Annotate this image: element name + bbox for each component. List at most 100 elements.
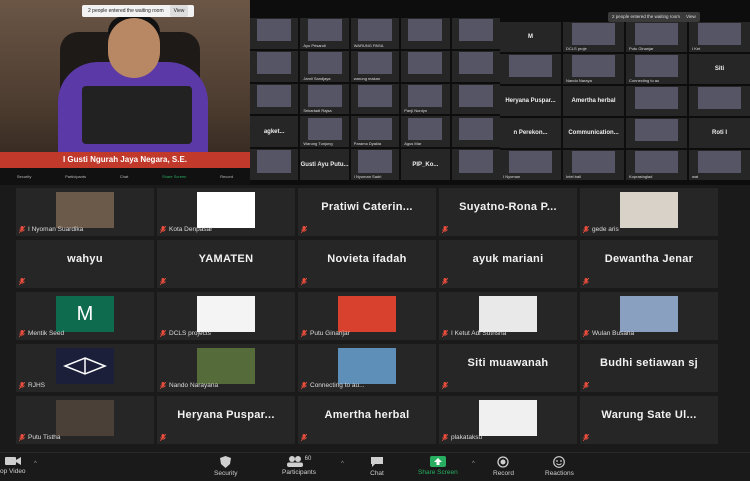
mini-participant-tile[interactable]: Sekartadi Rajsa [300, 83, 349, 115]
participant-tile[interactable]: Siti muawanah [439, 344, 577, 392]
participant-tile[interactable]: DCLS projects [157, 292, 295, 340]
mini-record[interactable]: Record [220, 174, 233, 179]
share-screen-button[interactable]: Share Screen [418, 456, 458, 476]
mini-participant-video [358, 84, 392, 107]
mini-participant-tile[interactable] [401, 50, 450, 82]
muted-mic-icon [442, 382, 448, 389]
participant-tile[interactable]: Dewantha Jenar [580, 240, 718, 288]
stop-video-button[interactable]: op Video [0, 456, 26, 475]
right-participant-name: Siti [714, 66, 725, 72]
participant-tile[interactable]: I Nyoman Suardika [16, 188, 154, 236]
right-participant-tile[interactable] [689, 86, 750, 116]
mini-participant-tile[interactable]: Agus Mar [401, 116, 450, 148]
right-participant-tile[interactable] [626, 86, 687, 116]
participant-tile[interactable]: Connecting to au... [298, 344, 436, 392]
right-participant-tile[interactable]: Communication... [563, 118, 624, 148]
participant-tile[interactable]: Suyatno-Rona P... [439, 188, 577, 236]
mini-participant-tile[interactable] [350, 83, 400, 115]
right-participant-tile[interactable]: Nando Naraya [563, 54, 624, 84]
participant-tile[interactable]: YAMATEN [157, 240, 295, 288]
mini-participant-tile[interactable]: Paramo Dyakia [350, 116, 400, 148]
participants-caret-icon[interactable]: ^ [341, 461, 344, 467]
mini-participant-tile[interactable] [451, 18, 500, 49]
mini-security[interactable]: Security [17, 174, 31, 179]
mini-participant-tile[interactable]: I Nyoman Sadri [350, 149, 400, 180]
participant-tile[interactable]: Putu Tistha [16, 396, 154, 444]
mini-participant-tile[interactable] [451, 116, 500, 148]
participant-tile[interactable]: Kota Denpasar [157, 188, 295, 236]
waiting-room-view-button[interactable]: View [169, 5, 189, 17]
participant-tile[interactable]: Pratiwi Caterin... [298, 188, 436, 236]
participant-tile[interactable]: ayuk mariani [439, 240, 577, 288]
participant-tile[interactable]: gede aris [580, 188, 718, 236]
participants-button[interactable]: 60 Participants [282, 456, 316, 476]
mini-chat[interactable]: Chat [120, 174, 128, 179]
participant-tile[interactable]: Wulan Busana [580, 292, 718, 340]
share-caret-icon[interactable]: ^ [472, 461, 475, 467]
participant-tile[interactable]: Heryana Puspar... [157, 396, 295, 444]
shield-icon [220, 456, 232, 468]
mini-participant-tile[interactable] [451, 83, 500, 115]
security-button[interactable]: Security [214, 456, 237, 477]
right-participant-tile[interactable]: M [500, 22, 561, 52]
chat-button[interactable]: Chat [370, 456, 384, 477]
right-participant-tile[interactable]: I Nyoman [500, 150, 561, 180]
mini-participant-tile[interactable]: Gusti Ayu Putu... [300, 149, 349, 180]
mini-participant-tile[interactable]: warung makan [350, 50, 400, 82]
participant-tile[interactable]: I Ketut Adi Sutrisna [439, 292, 577, 340]
active-speaker-video[interactable]: 2 people entered the waiting room View I… [0, 0, 250, 185]
mini-share[interactable]: Share Screen [162, 174, 186, 179]
mini-participant-tile[interactable]: Panji Nurdyn [401, 83, 450, 115]
mini-participant-tile[interactable]: Ayu Prisandi [300, 18, 349, 49]
right-participant-tile[interactable]: I Ket [689, 22, 750, 52]
mini-participant-tile[interactable]: Jamil Sandjaya [300, 50, 349, 82]
mini-participant-tile[interactable]: WARUNG PASA [350, 18, 400, 49]
share-screen-icon [429, 456, 446, 467]
right-participant-tile[interactable]: Koprasinglad [626, 150, 687, 180]
participant-tile[interactable]: Nando Narayana [157, 344, 295, 392]
mini-participants[interactable]: Participants [65, 174, 86, 179]
right-participant-tile[interactable]: wat [689, 150, 750, 180]
participant-tile[interactable]: RJHS [16, 344, 154, 392]
participant-tile[interactable]: Putu Ginanjar [298, 292, 436, 340]
record-button[interactable]: Record [493, 456, 514, 477]
participant-tile[interactable]: Amertha herbal [298, 396, 436, 444]
participant-tile[interactable]: Warung Sate Ul... [580, 396, 718, 444]
right-participant-tile[interactable]: Heryana Puspar... [500, 86, 561, 116]
right-participant-tile[interactable] [500, 54, 561, 84]
mini-participant-tile[interactable]: Warung Tunjung [300, 116, 349, 148]
right-participant-video [635, 151, 678, 173]
right-participant-tile[interactable]: Connecting to au [626, 54, 687, 84]
mini-participant-tile[interactable] [451, 50, 500, 82]
right-participant-tile[interactable]: n Perekon... [500, 118, 561, 148]
mini-participant-tile[interactable]: PIP_Ko... [401, 149, 450, 180]
mini-participant-label: Sekartadi Rajsa [303, 108, 332, 114]
participant-tile[interactable]: Budhi setiawan sj [580, 344, 718, 392]
mini-participant-tile[interactable] [451, 149, 500, 180]
right-participant-video [698, 87, 741, 109]
participant-tile[interactable]: Novieta ifadah [298, 240, 436, 288]
participant-video [338, 348, 396, 384]
participant-tile[interactable]: wahyu [16, 240, 154, 288]
right-participant-tile[interactable]: Putu Ginanjar [626, 22, 687, 52]
muted-mic-icon [442, 278, 448, 285]
mini-participant-tile[interactable] [401, 18, 450, 49]
participant-tile[interactable]: plakataksu [439, 396, 577, 444]
right-participant-tile[interactable]: Amertha herbal [563, 86, 624, 116]
video-options-caret-icon[interactable]: ^ [34, 461, 37, 467]
reactions-button[interactable]: Reactions [545, 456, 574, 477]
right-participant-tile[interactable]: DCLS proje [563, 22, 624, 52]
mini-participant-video [257, 19, 292, 42]
right-participant-tile[interactable]: Siti [689, 54, 750, 84]
right-participant-tile[interactable]: Roti I [689, 118, 750, 148]
mini-participant-tile[interactable] [250, 18, 299, 49]
mini-participant-tile[interactable] [250, 83, 299, 115]
gallery-grid: I Nyoman Suardika Kota Denpasar Pratiwi Ca… [16, 188, 718, 446]
mini-participant-tile[interactable] [250, 149, 299, 180]
mini-participant-tile[interactable]: agket... [250, 116, 299, 148]
right-participant-tile[interactable] [626, 118, 687, 148]
right-participant-tile[interactable]: Intel bali [563, 150, 624, 180]
right-view-button[interactable]: View [686, 12, 696, 22]
mini-participant-tile[interactable] [250, 50, 299, 82]
participant-tile[interactable]: M Mentik Seed [16, 292, 154, 340]
